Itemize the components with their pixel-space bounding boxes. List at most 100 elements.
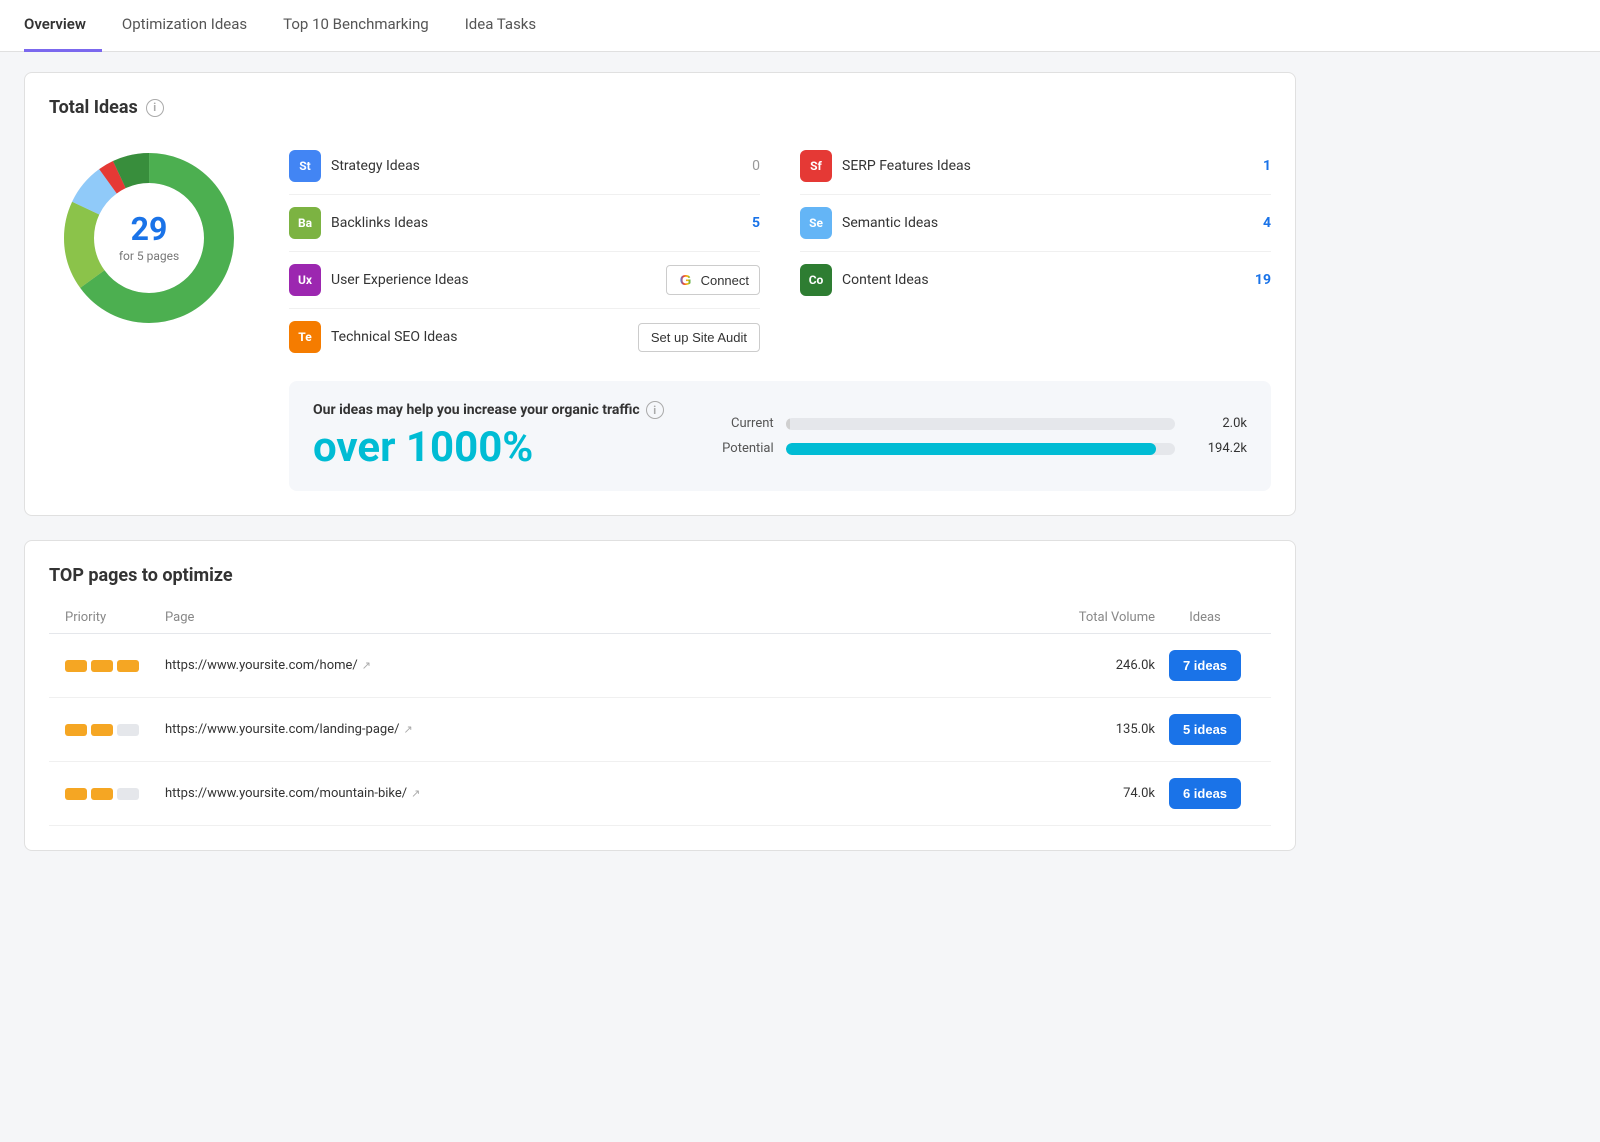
volume-2: 135.0k (1015, 722, 1155, 737)
backlinks-badge: Ba (289, 207, 321, 239)
current-label: Current (704, 416, 774, 431)
priority-dot (91, 660, 113, 672)
traffic-percent: over 1000% (313, 425, 664, 471)
external-link-icon: ↗ (411, 787, 420, 800)
ideas-cell-2: 5 ideas (1155, 714, 1255, 745)
col-volume: Total Volume (1015, 610, 1155, 625)
potential-bar-track (786, 443, 1175, 455)
potential-value: 194.2k (1187, 441, 1247, 456)
ideas-right: St Strategy Ideas 0 Ba Backlinks Ideas 5 (289, 138, 1271, 491)
ideas-right-col: Sf SERP Features Ideas 1 Se Semantic Ide… (800, 138, 1271, 365)
traffic-headline: Our ideas may help you increase your org… (313, 401, 664, 419)
volume-1: 246.0k (1015, 658, 1155, 673)
idea-row-semantic: Se Semantic Ideas 4 (800, 195, 1271, 252)
page-url-1[interactable]: https://www.yoursite.com/home/ ↗ (165, 658, 1015, 673)
ideas-button-2[interactable]: 5 ideas (1169, 714, 1241, 745)
external-link-icon: ↗ (403, 723, 412, 736)
ideas-button-3[interactable]: 6 ideas (1169, 778, 1241, 809)
ux-label: User Experience Ideas (331, 272, 656, 288)
serp-label: SERP Features Ideas (842, 158, 1241, 174)
table-row: https://www.yoursite.com/mountain-bike/ … (49, 762, 1271, 826)
donut-center: 29 for 5 pages (119, 213, 179, 263)
current-bar-fill (786, 418, 790, 430)
ux-badge: Ux (289, 264, 321, 296)
backlinks-label: Backlinks Ideas (331, 215, 730, 231)
main-content: Total Ideas i (0, 52, 1320, 895)
total-ideas-info-icon[interactable]: i (146, 99, 164, 117)
idea-row-content: Co Content Ideas 19 (800, 252, 1271, 308)
total-ideas-label: Total Ideas (49, 97, 138, 118)
priority-dots-1 (65, 660, 165, 672)
technical-badge: Te (289, 321, 321, 353)
connect-label: Connect (701, 273, 749, 288)
idea-row-strategy: St Strategy Ideas 0 (289, 138, 760, 195)
setup-audit-label: Set up Site Audit (651, 330, 747, 345)
potential-bar-fill (786, 443, 1156, 455)
priority-dot-empty (117, 724, 139, 736)
serp-count: 1 (1251, 158, 1271, 174)
content-label: Content Ideas (842, 272, 1241, 288)
table-header: Priority Page Total Volume Ideas (49, 602, 1271, 634)
page-url-3[interactable]: https://www.yoursite.com/mountain-bike/ … (165, 786, 1015, 801)
top-pages-title: TOP pages to optimize (49, 565, 1271, 586)
table-row: https://www.yoursite.com/landing-page/ ↗… (49, 698, 1271, 762)
ideas-cell-1: 7 ideas (1155, 650, 1255, 681)
traffic-info-icon[interactable]: i (646, 401, 664, 419)
priority-dot (117, 660, 139, 672)
priority-dot (91, 788, 113, 800)
ideas-left-col: St Strategy Ideas 0 Ba Backlinks Ideas 5 (289, 138, 760, 365)
traffic-potential-row: Potential 194.2k (704, 441, 1247, 456)
external-link-icon: ↗ (362, 659, 371, 672)
idea-row-technical: Te Technical SEO Ideas Set up Site Audit (289, 309, 760, 365)
main-nav: Overview Optimization Ideas Top 10 Bench… (0, 0, 1600, 52)
priority-dots-2 (65, 724, 165, 736)
nav-optimization[interactable]: Optimization Ideas (106, 0, 263, 52)
current-bar-track (786, 418, 1175, 430)
setup-audit-button[interactable]: Set up Site Audit (638, 323, 760, 352)
donut-chart: 29 for 5 pages (49, 138, 249, 338)
traffic-headline-text: Our ideas may help you increase your org… (313, 402, 640, 418)
backlinks-count: 5 (740, 215, 760, 231)
col-page: Page (165, 610, 1015, 625)
ideas-cell-3: 6 ideas (1155, 778, 1255, 809)
google-icon: G (677, 271, 695, 289)
donut-subtitle: for 5 pages (119, 249, 179, 263)
traffic-box: Our ideas may help you increase your org… (289, 381, 1271, 491)
strategy-badge: St (289, 150, 321, 182)
current-value: 2.0k (1187, 416, 1247, 431)
semantic-count: 4 (1251, 215, 1271, 231)
top-pages-card: TOP pages to optimize Priority Page Tota… (24, 540, 1296, 851)
total-ideas-title: Total Ideas i (49, 97, 1271, 118)
col-ideas: Ideas (1155, 610, 1255, 625)
nav-tasks[interactable]: Idea Tasks (449, 0, 552, 52)
total-ideas-body: 29 for 5 pages St Strategy Ideas (49, 138, 1271, 491)
priority-dot-empty (117, 788, 139, 800)
strategy-label: Strategy Ideas (331, 158, 730, 174)
page-url-2[interactable]: https://www.yoursite.com/landing-page/ ↗ (165, 722, 1015, 737)
traffic-right: Current 2.0k Potential 194.2k (704, 416, 1247, 456)
connect-button[interactable]: G Connect (666, 265, 760, 295)
strategy-count: 0 (740, 158, 760, 174)
nav-overview[interactable]: Overview (24, 0, 102, 52)
serp-badge: Sf (800, 150, 832, 182)
priority-dot (91, 724, 113, 736)
ideas-columns: St Strategy Ideas 0 Ba Backlinks Ideas 5 (289, 138, 1271, 365)
priority-dots-3 (65, 788, 165, 800)
semantic-label: Semantic Ideas (842, 215, 1241, 231)
content-count: 19 (1251, 272, 1271, 288)
col-priority: Priority (65, 610, 165, 625)
traffic-current-row: Current 2.0k (704, 416, 1247, 431)
total-ideas-card: Total Ideas i (24, 72, 1296, 516)
traffic-left: Our ideas may help you increase your org… (313, 401, 664, 471)
donut-count: 29 (119, 213, 179, 245)
semantic-badge: Se (800, 207, 832, 239)
idea-row-serp: Sf SERP Features Ideas 1 (800, 138, 1271, 195)
priority-dot (65, 724, 87, 736)
nav-benchmarking[interactable]: Top 10 Benchmarking (267, 0, 445, 52)
ideas-button-1[interactable]: 7 ideas (1169, 650, 1241, 681)
volume-3: 74.0k (1015, 786, 1155, 801)
idea-row-backlinks: Ba Backlinks Ideas 5 (289, 195, 760, 252)
table-row: https://www.yoursite.com/home/ ↗ 246.0k … (49, 634, 1271, 698)
potential-label: Potential (704, 441, 774, 456)
priority-dot (65, 788, 87, 800)
